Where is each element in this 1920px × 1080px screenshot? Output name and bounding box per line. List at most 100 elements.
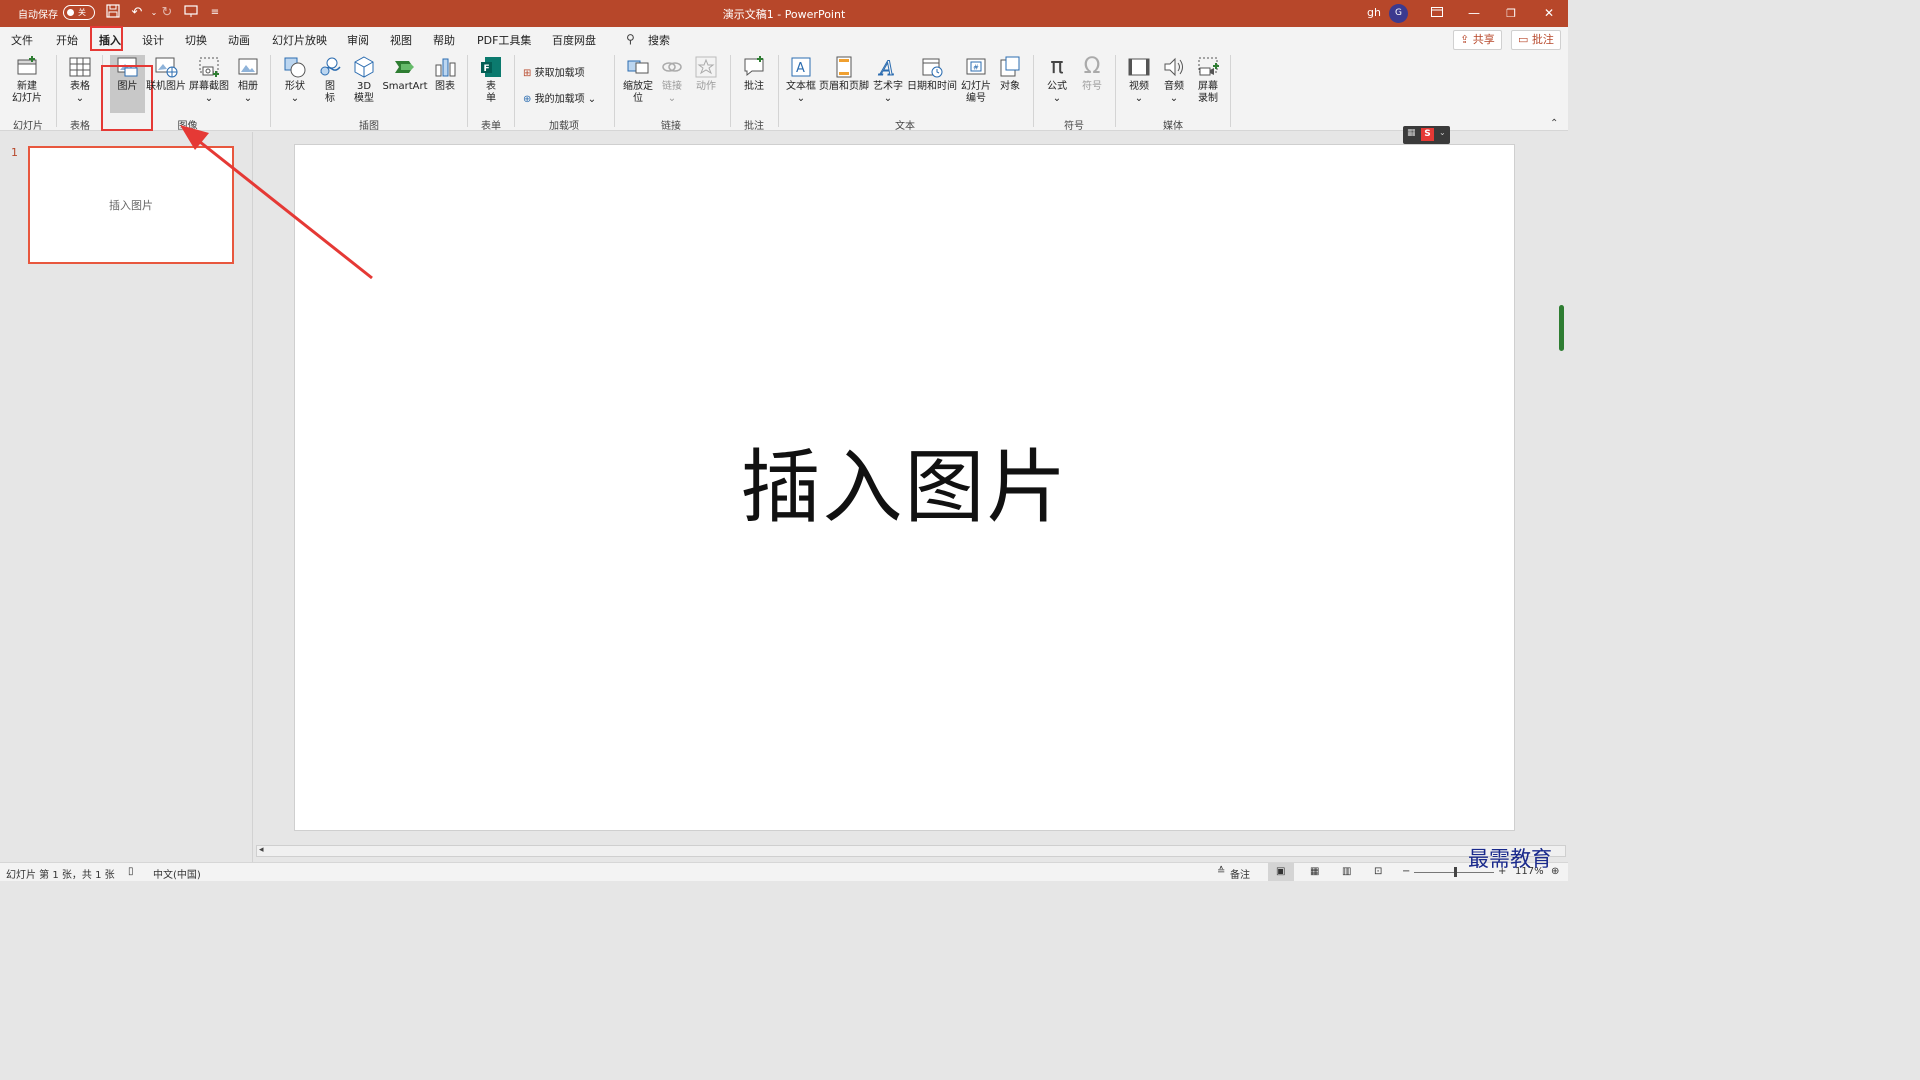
search-label[interactable]: 搜索 xyxy=(648,32,670,48)
ime-toolbar[interactable]: ▦ S ⌄ xyxy=(1403,126,1450,144)
ribbon-display-icon[interactable] xyxy=(1418,0,1456,27)
title-bar: 自动保存 关 ↶ ⌄ ↻ ≡ 演示文稿1 - PowerPoint gh G —… xyxy=(0,0,1568,27)
zoom-out-icon[interactable]: − xyxy=(1402,866,1410,877)
chart-button[interactable]: 图表 xyxy=(430,55,460,93)
symbol-button[interactable]: Ω 符号 xyxy=(1076,55,1108,93)
collapse-ribbon-icon[interactable]: ⌃ xyxy=(1550,118,1558,129)
status-bar: 幻灯片 第 1 张，共 1 张 ▯ 中文(中国) ≙ 备注 ▣ ▦ ▥ ⊡ − … xyxy=(0,862,1568,881)
share-label: 共享 xyxy=(1472,33,1495,46)
action-button[interactable]: 动作 xyxy=(692,55,720,93)
equation-button[interactable]: π 公式 ⌄ xyxy=(1040,55,1074,105)
group-separator xyxy=(778,55,779,127)
normal-view-icon: ▣ xyxy=(1276,866,1286,877)
dropdown-chevron-icon: ⌄ xyxy=(883,93,893,104)
slide-thumbnail[interactable]: 插入图片 xyxy=(28,146,234,264)
close-icon[interactable]: ✕ xyxy=(1530,0,1568,27)
slide-canvas[interactable]: 插入图片 xyxy=(294,144,1515,831)
avatar[interactable]: G xyxy=(1389,4,1408,23)
dropdown-chevron-icon: ⌄ xyxy=(243,93,253,104)
chart-label: 图表 xyxy=(435,81,455,92)
object-button[interactable]: 对象 xyxy=(995,55,1025,93)
slide-title-text[interactable]: 插入图片 xyxy=(295,423,1514,539)
reading-view-icon[interactable]: ▥ xyxy=(1342,866,1351,877)
tab-design[interactable]: 设计 xyxy=(142,32,164,48)
chart-icon xyxy=(435,58,456,77)
restore-icon[interactable]: ❐ xyxy=(1492,0,1530,27)
textbox-icon: A xyxy=(791,57,811,77)
get-addins-label: 获取加载项 xyxy=(534,68,585,79)
slide-number-button[interactable]: # 幻灯片 编号 xyxy=(959,55,993,105)
forms-button[interactable]: F 表 单 xyxy=(474,55,508,105)
shapes-button[interactable]: 形状 ⌄ xyxy=(278,55,312,105)
screenshot-button[interactable]: 屏幕截图 ⌄ xyxy=(188,55,230,105)
photo-album-button[interactable]: 相册 ⌄ xyxy=(232,55,264,105)
user-name[interactable]: gh xyxy=(1367,6,1381,19)
3d-model-icon xyxy=(354,56,374,78)
powerpoint-window: 自动保存 关 ↶ ⌄ ↻ ≡ 演示文稿1 - PowerPoint gh G —… xyxy=(0,0,1568,881)
new-slide-button[interactable]: 新建 幻灯片 xyxy=(6,55,48,105)
table-label: 表格 xyxy=(70,81,90,92)
zoom-icon xyxy=(627,60,649,74)
language-indicator[interactable]: 中文(中国) xyxy=(153,866,201,881)
minimize-icon[interactable]: — xyxy=(1455,0,1493,27)
slide-number-label: 幻灯片 编号 xyxy=(961,81,991,104)
tab-transitions[interactable]: 切换 xyxy=(185,32,207,48)
notes-button[interactable]: 备注 xyxy=(1230,866,1250,881)
tab-baidu-netdisk[interactable]: 百度网盘 xyxy=(552,32,596,48)
forms-label: 表 单 xyxy=(486,81,496,104)
audio-icon xyxy=(1164,57,1183,77)
tab-pdf-tools[interactable]: PDF工具集 xyxy=(477,32,531,48)
online-pictures-button[interactable]: 联机图片 xyxy=(146,55,186,93)
comment-icon xyxy=(744,56,764,77)
table-button[interactable]: 表格 ⌄ xyxy=(62,55,98,105)
link-button[interactable]: 链接 ⌄ xyxy=(658,55,686,105)
smartart-button[interactable]: SmartArt xyxy=(382,55,428,93)
group-separator xyxy=(270,55,271,127)
slideshow-view-icon[interactable]: ⊡ xyxy=(1374,866,1382,877)
scroll-left-icon[interactable]: ◂ xyxy=(259,845,264,855)
header-footer-button[interactable]: 页眉和页脚 xyxy=(819,55,869,93)
share-button[interactable]: ⇪ 共享 xyxy=(1453,30,1502,50)
audio-button[interactable]: 音频 ⌄ xyxy=(1158,55,1190,105)
screen-recording-label: 屏幕 录制 xyxy=(1198,81,1218,104)
action-label: 动作 xyxy=(696,81,716,92)
tab-home[interactable]: 开始 xyxy=(56,32,78,48)
fit-to-window-icon[interactable]: ⊕ xyxy=(1551,866,1559,877)
icons-button[interactable]: 图 标 xyxy=(314,55,346,105)
zoom-button[interactable]: 缩放定 位 xyxy=(620,55,656,105)
group-separator xyxy=(56,55,57,127)
get-addins-button[interactable]: ⊞ 获取加载项 xyxy=(523,64,585,79)
shapes-icon xyxy=(284,57,306,78)
document-title: 演示文稿1 - PowerPoint xyxy=(722,8,846,21)
calendar-clock-icon xyxy=(922,58,943,78)
tab-help[interactable]: 帮助 xyxy=(433,32,455,48)
wordart-button[interactable]: A 艺术字 ⌄ xyxy=(871,55,905,105)
search-icon[interactable]: ⚲ xyxy=(626,32,635,46)
shapes-label: 形状 xyxy=(285,81,305,92)
dropdown-chevron-icon: ⌄ xyxy=(204,93,214,104)
tab-slideshow[interactable]: 幻灯片放映 xyxy=(272,32,327,48)
tab-view[interactable]: 视图 xyxy=(390,32,412,48)
dropdown-chevron-icon: ⌄ xyxy=(1169,93,1179,104)
tab-review[interactable]: 审阅 xyxy=(347,32,369,48)
tab-file[interactable]: 文件 xyxy=(11,32,33,48)
screen-recording-button[interactable]: 屏幕 录制 xyxy=(1192,55,1224,105)
my-addins-button[interactable]: ⊕ 我的加载项 ⌄ xyxy=(523,90,596,105)
tab-animations[interactable]: 动画 xyxy=(228,32,250,48)
video-button[interactable]: 视频 ⌄ xyxy=(1122,55,1156,105)
horizontal-scrollbar[interactable]: ◂ xyxy=(256,845,1566,857)
comments-button[interactable]: ▭ 批注 xyxy=(1511,30,1561,50)
vertical-scrollbar-thumb[interactable] xyxy=(1559,305,1564,351)
zoom-slider-knob[interactable] xyxy=(1454,867,1457,877)
comment-button[interactable]: 批注 xyxy=(738,55,770,93)
svg-text:F: F xyxy=(484,64,490,74)
notes-icon[interactable]: ≙ xyxy=(1217,866,1225,877)
sogou-icon: S xyxy=(1421,128,1434,141)
ribbon-insert: 新建 幻灯片 幻灯片 表格 ⌄ 表格 图片 联机图片 屏幕截图 ⌄ 相册 ⌄ 图像 xyxy=(0,51,1568,132)
textbox-button[interactable]: A 文本框 ⌄ xyxy=(784,55,818,105)
accessibility-icon[interactable]: ▯ xyxy=(128,866,134,877)
datetime-button[interactable]: 日期和时间 xyxy=(906,55,958,93)
3d-models-button[interactable]: 3D 模型 xyxy=(348,55,380,105)
slide-sorter-icon[interactable]: ▦ xyxy=(1310,866,1319,877)
group-label-addins: 加载项 xyxy=(549,121,579,132)
